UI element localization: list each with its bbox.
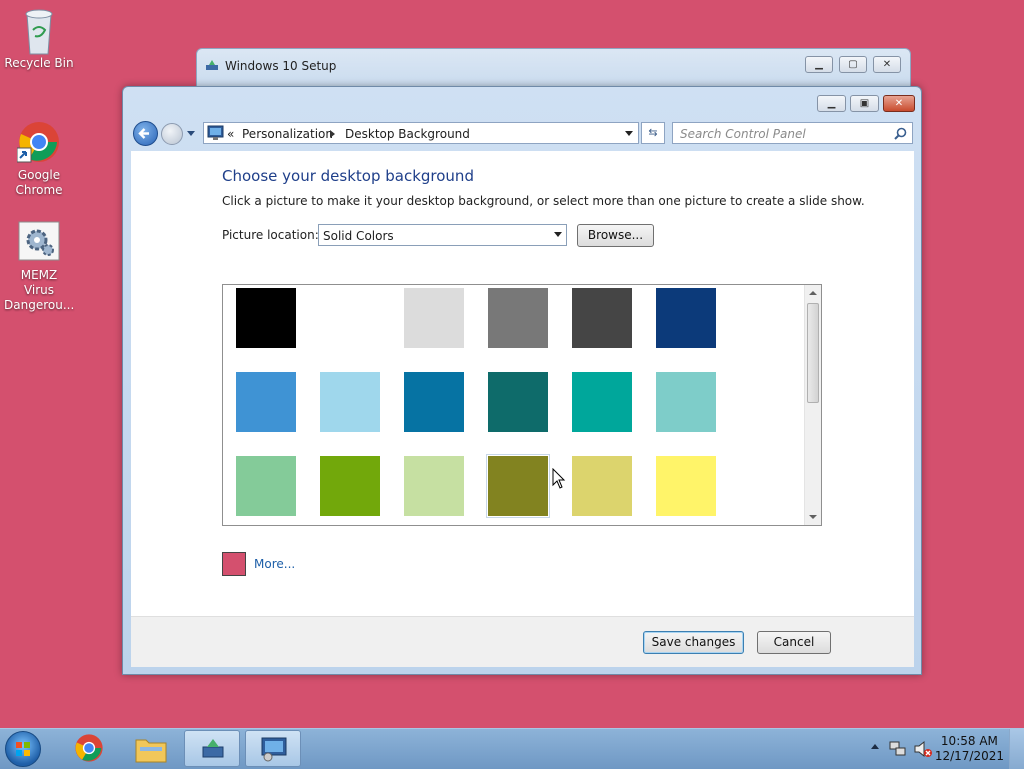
gear-icon <box>17 220 61 264</box>
mouse-cursor-icon <box>552 468 566 489</box>
taskbar-setup-button[interactable] <box>184 730 240 767</box>
navigation-bar: « Personalization Desktop Background ⇆ S… <box>131 120 914 148</box>
folder-icon <box>135 739 167 763</box>
forward-button[interactable] <box>161 123 183 145</box>
picture-location-label: Picture location: <box>222 228 319 242</box>
color-swatch[interactable] <box>572 456 632 516</box>
desktop-icon-label: Recycle Bin <box>4 56 74 70</box>
refresh-button[interactable]: ⇆ <box>641 122 665 144</box>
taskbar-control-panel-button[interactable] <box>245 730 301 767</box>
color-swatch-grid <box>222 284 822 526</box>
clock-time: 10:58 AM <box>940 734 998 748</box>
desktop-icon-memz[interactable]: MEMZ Virus Dangerou... <box>0 220 78 313</box>
search-icon[interactable] <box>894 127 907 140</box>
browse-button[interactable]: Browse... <box>577 224 654 247</box>
window-title: Windows 10 Setup <box>225 59 337 73</box>
color-swatch[interactable] <box>320 288 380 348</box>
color-swatch[interactable] <box>404 372 464 432</box>
taskbar-chrome-button[interactable] <box>62 730 118 767</box>
volume-muted-icon[interactable] <box>913 740 933 758</box>
color-swatch[interactable] <box>236 288 296 348</box>
page-title: Choose your desktop background <box>222 167 474 185</box>
color-swatch[interactable] <box>320 456 380 516</box>
breadcrumb-desktop-background[interactable]: Desktop Background <box>345 127 470 141</box>
chrome-icon <box>16 120 61 164</box>
close-button[interactable]: ✕ <box>883 95 915 112</box>
chrome-icon <box>75 734 103 762</box>
clock-date: 12/17/2021 <box>934 749 1004 763</box>
windows-setup-window[interactable]: Windows 10 Setup ▁ ▢ ✕ <box>196 48 911 90</box>
vertical-scrollbar[interactable] <box>804 285 821 525</box>
start-button[interactable] <box>5 731 41 767</box>
scroll-down-icon[interactable] <box>809 515 817 519</box>
desktop-icon-recycle-bin[interactable]: Recycle Bin <box>0 8 78 71</box>
color-swatch[interactable] <box>656 372 716 432</box>
desktop-icon-google-chrome[interactable]: Google Chrome <box>0 120 78 198</box>
close-button[interactable]: ✕ <box>873 56 901 73</box>
maximize-button[interactable]: ▣ <box>850 95 879 112</box>
color-swatch[interactable] <box>656 456 716 516</box>
cancel-button[interactable]: Cancel <box>757 631 831 654</box>
control-panel-icon <box>261 737 287 762</box>
taskbar-explorer-button[interactable] <box>123 730 179 767</box>
network-icon[interactable] <box>889 740 907 758</box>
back-button[interactable] <box>133 121 158 146</box>
page-description: Click a picture to make it your desktop … <box>222 194 865 208</box>
desktop-icon-label: MEMZ Virus Dangerou... <box>4 268 75 312</box>
address-bar[interactable]: « Personalization Desktop Background <box>203 122 639 144</box>
scroll-thumb[interactable] <box>807 303 819 403</box>
setup-icon <box>202 739 224 758</box>
breadcrumb-personalization[interactable]: Personalization <box>242 127 333 141</box>
search-placeholder: Search Control Panel <box>680 127 806 141</box>
control-panel-icon <box>207 125 224 144</box>
history-dropdown-icon[interactable] <box>187 131 195 136</box>
color-swatch[interactable] <box>572 372 632 432</box>
color-swatch[interactable] <box>572 288 632 348</box>
search-input[interactable]: Search Control Panel <box>672 122 913 144</box>
color-swatch[interactable] <box>486 454 550 518</box>
footer-bar: Save changes Cancel <box>131 616 914 667</box>
content-pane: Choose your desktop background Click a p… <box>131 151 914 667</box>
minimize-button[interactable]: ▁ <box>817 95 846 112</box>
recycle-bin-icon <box>17 8 61 55</box>
breadcrumb-separator-icon[interactable] <box>330 130 335 138</box>
setup-icon <box>206 59 220 71</box>
color-swatch[interactable] <box>488 372 548 432</box>
color-swatch[interactable] <box>404 456 464 516</box>
address-dropdown-icon[interactable] <box>625 131 633 136</box>
save-changes-button[interactable]: Save changes <box>643 631 744 654</box>
color-swatch[interactable] <box>236 456 296 516</box>
picture-location-value: Solid Colors <box>323 229 394 243</box>
show-desktop-button[interactable] <box>1009 729 1024 769</box>
desktop-icon-label: Google Chrome <box>15 168 63 197</box>
minimize-button[interactable]: ▁ <box>805 56 833 73</box>
maximize-button[interactable]: ▢ <box>839 56 867 73</box>
color-swatch[interactable] <box>404 288 464 348</box>
color-swatch[interactable] <box>488 288 548 348</box>
color-swatch[interactable] <box>320 372 380 432</box>
picture-location-select[interactable]: Solid Colors <box>318 224 567 246</box>
color-swatch[interactable] <box>656 288 716 348</box>
address-chevrons[interactable]: « <box>227 127 234 141</box>
clock[interactable]: 10:58 AM 12/17/2021 <box>935 734 1004 764</box>
more-colors-link[interactable]: More... <box>254 557 295 571</box>
desktop-background-window: ▁ ▣ ✕ « Personalization Desktop Backgrou… <box>122 86 922 675</box>
windows-logo-icon <box>16 742 30 756</box>
chevron-down-icon <box>554 232 562 237</box>
scroll-up-icon[interactable] <box>809 291 817 295</box>
current-color-swatch[interactable] <box>222 552 246 576</box>
show-hidden-icons-icon[interactable] <box>871 744 879 749</box>
color-swatch[interactable] <box>236 372 296 432</box>
taskbar: 10:58 AM 12/17/2021 <box>0 728 1024 769</box>
